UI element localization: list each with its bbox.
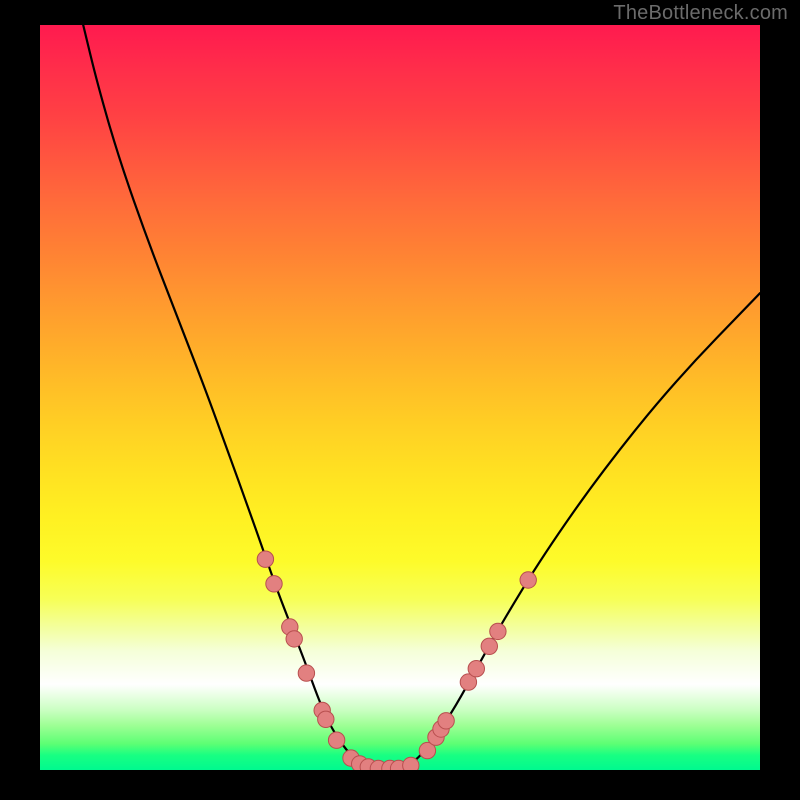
curve-marker xyxy=(328,732,344,748)
curve-marker xyxy=(266,576,282,592)
bottleneck-curve xyxy=(83,25,760,769)
curve-marker xyxy=(286,631,302,647)
curve-marker xyxy=(257,551,273,567)
chart-stage: TheBottleneck.com xyxy=(0,0,800,800)
curve-layer xyxy=(40,25,760,770)
watermark-text: TheBottleneck.com xyxy=(613,2,788,25)
curve-marker xyxy=(298,665,314,681)
curve-marker xyxy=(403,757,419,770)
curve-marker xyxy=(468,661,484,677)
curve-marker xyxy=(438,713,454,729)
curve-markers xyxy=(257,551,536,770)
curve-marker xyxy=(318,711,334,727)
plot-area xyxy=(40,25,760,770)
curve-marker xyxy=(481,638,497,654)
curve-marker xyxy=(520,572,536,588)
curve-marker xyxy=(490,623,506,639)
